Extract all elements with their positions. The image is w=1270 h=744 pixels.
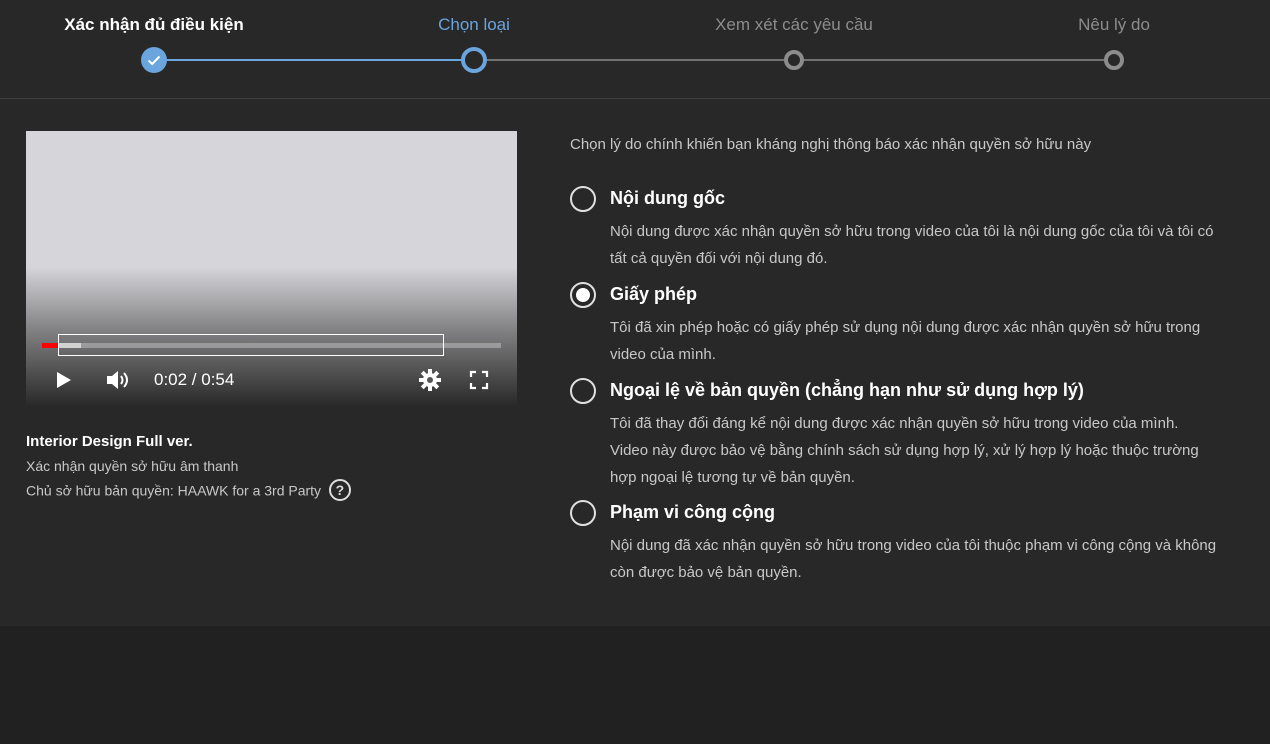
video-title: Interior Design Full ver. <box>26 433 193 450</box>
step-label-give-reason: Nêu lý do <box>1078 15 1150 34</box>
option-title: Giấy phép <box>610 284 698 304</box>
step-connector-1 <box>154 59 474 61</box>
progress-played <box>42 343 59 348</box>
step-node-review-requirements <box>784 50 804 70</box>
time-display: 0:02 / 0:54 <box>154 370 235 389</box>
option-title: Phạm vi công cộng <box>610 502 776 522</box>
settings-button[interactable] <box>418 367 444 393</box>
step-node-choose-type <box>461 47 487 73</box>
option-description: Tôi đã thay đổi đáng kể nội dung được xá… <box>610 415 1199 486</box>
step-label-eligibility: Xác nhận đủ điều kiện <box>64 15 244 34</box>
fullscreen-button[interactable] <box>468 367 492 393</box>
radio-public-domain[interactable] <box>570 500 596 526</box>
progress-stepper: Xác nhận đủ điều kiện Chọn loại Xem xét … <box>0 0 1270 99</box>
option-title: Ngoại lệ về bản quyền (chẳng hạn như sử … <box>610 380 1084 400</box>
help-circle-icon[interactable]: ? <box>328 479 351 501</box>
claim-type: Xác nhận quyền sở hữu âm thanh <box>26 458 239 474</box>
step-node-eligibility <box>141 47 167 73</box>
step-node-give-reason <box>1104 50 1124 70</box>
scrub-preview-box <box>58 334 444 356</box>
step-label-choose-type: Chọn loại <box>438 15 510 34</box>
volume-icon <box>107 371 128 389</box>
gear-icon <box>419 369 441 391</box>
copyright-owner: Chủ sở hữu bản quyền: HAAWK for a 3rd Pa… <box>26 482 322 499</box>
dispute-panel: Xác nhận đủ điều kiện Chọn loại Xem xét … <box>0 0 1270 626</box>
fullscreen-icon <box>469 370 489 390</box>
play-icon <box>57 372 71 388</box>
radio-license[interactable] <box>570 282 596 308</box>
play-button[interactable] <box>52 367 76 393</box>
reason-prompt: Chọn lý do chính khiến bạn kháng nghị th… <box>570 136 1092 153</box>
option-description: Nội dung được xác nhận quyền sở hữu tron… <box>610 223 1214 267</box>
option-description: Nội dung đã xác nhận quyền sở hữu trong … <box>610 537 1217 581</box>
radio-original-content[interactable] <box>570 186 596 212</box>
check-icon <box>147 55 161 66</box>
copyright-owner-line: Chủ sở hữu bản quyền: HAAWK for a 3rd Pa… <box>26 479 351 503</box>
video-player[interactable]: 0:02 / 0:54 <box>26 131 517 407</box>
option-description: Tôi đã xin phép hoặc có giấy phép sử dụn… <box>610 319 1201 363</box>
volume-button[interactable] <box>104 367 134 393</box>
option-title: Nội dung gốc <box>610 188 725 208</box>
step-label-review-requirements: Xem xét các yêu cầu <box>715 15 873 34</box>
radio-copyright-exception[interactable] <box>570 378 596 404</box>
